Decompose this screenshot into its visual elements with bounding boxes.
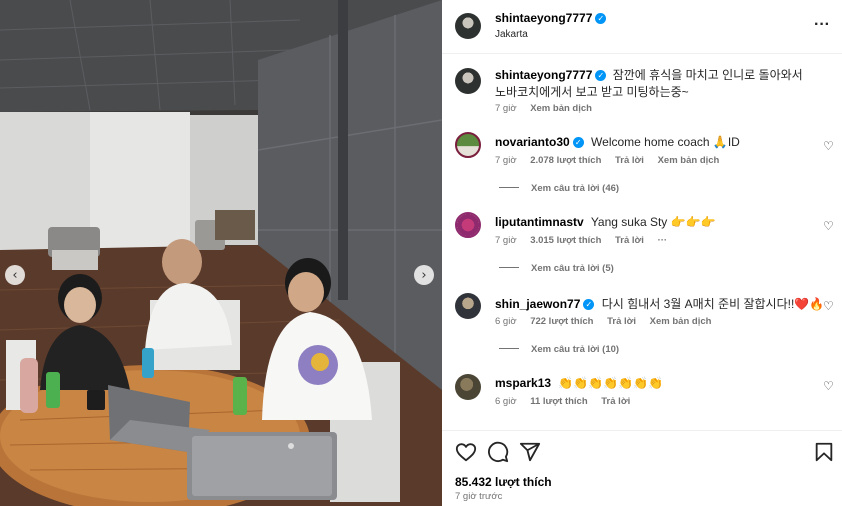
- save-button[interactable]: [813, 441, 835, 463]
- heart-outline-icon: ♡: [823, 299, 834, 313]
- caption-avatar[interactable]: [455, 68, 481, 94]
- view-replies-button[interactable]: Xem câu trả lời (5): [499, 263, 614, 274]
- chevron-right-icon: ›: [421, 267, 427, 283]
- comment-reply-button[interactable]: Trả lời: [601, 396, 630, 407]
- likes-count[interactable]: 85.432 lượt thích: [455, 475, 552, 489]
- post-time-ago[interactable]: 7 giờ trước: [455, 491, 502, 502]
- comment-avatar[interactable]: [455, 132, 481, 158]
- carousel-next-button[interactable]: ›: [414, 265, 434, 285]
- comment-reply-button[interactable]: Trả lời: [615, 235, 644, 246]
- comment-likes[interactable]: 3.015 lượt thích: [530, 235, 601, 246]
- comment-translate-button[interactable]: Xem bản dịch: [658, 155, 720, 166]
- comment-meta: 6 giờ 722 lượt thích Trả lời Xem bản dịc…: [495, 316, 722, 327]
- caption-username[interactable]: shintaeyong7777 ✓: [495, 68, 607, 82]
- comment-button[interactable]: [487, 441, 509, 463]
- post-location[interactable]: Jakarta: [495, 29, 528, 40]
- comment-reply-button[interactable]: Trả lời: [615, 155, 644, 166]
- comment-avatar[interactable]: [455, 374, 481, 400]
- divider-line: [499, 187, 519, 188]
- carousel-prev-button[interactable]: ‹: [5, 265, 25, 285]
- meeting-photo: [0, 0, 442, 506]
- view-replies-button[interactable]: Xem câu trả lời (10): [499, 344, 619, 355]
- more-horizontal-icon: ···: [657, 235, 668, 246]
- share-icon: [519, 442, 541, 462]
- comment-meta: 7 giờ 3.015 lượt thích Trả lời ···: [495, 235, 689, 246]
- comment-1: novarianto30 ✓ Welcome home coach 🙏ID: [495, 135, 740, 149]
- caption-translate-button[interactable]: Xem bản dịch: [530, 103, 592, 114]
- comment-likes[interactable]: 722 lượt thích: [530, 316, 593, 327]
- post-action-bar: 85.432 lượt thích 7 giờ trước: [442, 430, 842, 506]
- post-photo: ‹ ›: [0, 0, 442, 506]
- comment-body: 다시 힘내서 3월 A매치 준비 잘합시다!!❤️🔥: [601, 297, 825, 311]
- comment-time[interactable]: 6 giờ: [495, 396, 517, 407]
- comment-avatar[interactable]: [455, 212, 481, 238]
- owner-username[interactable]: shintaeyong7777 ✓: [495, 11, 607, 25]
- comment-time[interactable]: 7 giờ: [495, 155, 517, 166]
- comment-4: mspark13 👏👏👏👏👏👏👏: [495, 376, 663, 390]
- comment-body: Welcome home coach 🙏ID: [591, 135, 740, 149]
- view-replies-button[interactable]: Xem câu trả lời (46): [499, 183, 619, 194]
- comment-meta: 7 giờ 2.078 lượt thích Trả lời Xem bản d…: [495, 155, 730, 166]
- comment-likes[interactable]: 11 lượt thích: [530, 396, 587, 407]
- comment-more-button[interactable]: ···: [658, 235, 679, 246]
- post-side-panel: shintaeyong7777 ✓ Jakarta ··· shintaeyong…: [442, 0, 842, 506]
- comment-body: Yang suka Sty 👉👉👉: [590, 215, 716, 229]
- comment-meta: 6 giờ 11 lượt thích Trả lời: [495, 396, 641, 407]
- share-button[interactable]: [519, 441, 541, 463]
- comment-avatar[interactable]: [455, 293, 481, 319]
- post-caption: shintaeyong7777 ✓ 잠깐에 휴식을 마치고 인니로 돌아와서 노바…: [495, 67, 815, 101]
- comment-2: liputantimnastv Yang suka Sty 👉👉👉: [495, 215, 715, 229]
- comment-username[interactable]: liputantimnastv: [495, 215, 584, 229]
- comment-time[interactable]: 6 giờ: [495, 316, 517, 327]
- comment-reply-button[interactable]: Trả lời: [607, 316, 636, 327]
- comment-like-button[interactable]: ♡: [823, 300, 835, 312]
- heart-outline-icon: ♡: [823, 219, 834, 233]
- comment-likes[interactable]: 2.078 lượt thích: [530, 155, 601, 166]
- like-button[interactable]: [455, 441, 477, 463]
- comment-username[interactable]: mspark13: [495, 376, 551, 390]
- more-horizontal-icon: ···: [814, 16, 830, 33]
- heart-icon: [455, 443, 477, 462]
- verified-badge-icon: ✓: [572, 137, 584, 148]
- owner-avatar[interactable]: [455, 13, 481, 39]
- verified-badge-icon: ✓: [595, 70, 607, 81]
- chevron-left-icon: ‹: [12, 267, 18, 283]
- more-options-button[interactable]: ···: [814, 16, 830, 34]
- comment-username[interactable]: novarianto30 ✓: [495, 135, 584, 149]
- bookmark-icon: [815, 442, 833, 462]
- caption-time[interactable]: 7 giờ: [495, 103, 517, 114]
- verified-badge-icon: ✓: [595, 13, 607, 24]
- comment-translate-button[interactable]: Xem bản dịch: [650, 316, 712, 327]
- comment-username[interactable]: shin_jaewon77 ✓: [495, 297, 595, 311]
- comment-time[interactable]: 7 giờ: [495, 235, 517, 246]
- comment-body: 👏👏👏👏👏👏👏: [558, 376, 663, 390]
- caption-meta: 7 giờ Xem bản dịch: [495, 103, 603, 114]
- comment-3: shin_jaewon77 ✓ 다시 힘내서 3월 A매치 준비 잘합시다!!❤️…: [495, 295, 824, 312]
- heart-outline-icon: ♡: [823, 379, 834, 393]
- post-header: shintaeyong7777 ✓ Jakarta ···: [442, 0, 842, 54]
- heart-outline-icon: ♡: [823, 139, 834, 153]
- comment-like-button[interactable]: ♡: [823, 140, 835, 152]
- comment-icon: [488, 441, 509, 463]
- verified-badge-icon: ✓: [583, 299, 595, 310]
- comment-like-button[interactable]: ♡: [823, 380, 835, 392]
- divider-line: [499, 348, 519, 349]
- divider-line: [499, 267, 519, 268]
- comment-like-button[interactable]: ♡: [823, 220, 835, 232]
